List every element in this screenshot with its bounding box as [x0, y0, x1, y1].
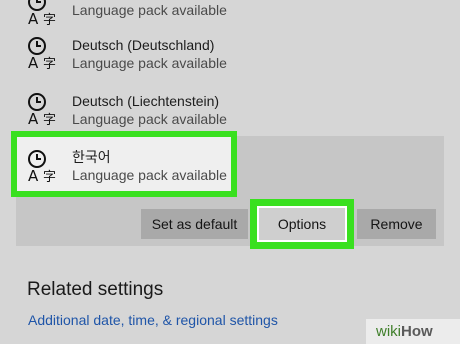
watermark-wiki: wiki — [376, 323, 401, 340]
options-button[interactable]: Options — [257, 206, 347, 242]
language-pack-icon: A 字 — [28, 93, 56, 127]
language-item-korean[interactable]: A 字 한국어 Language pack available — [11, 131, 237, 197]
language-item-deutsch-deutschland[interactable]: A 字 Deutsch (Deutschland) Language pack … — [0, 32, 460, 88]
svg-text:A: A — [28, 10, 39, 27]
svg-text:A: A — [28, 110, 39, 127]
language-name: Deutsch (Deutschland) — [72, 37, 215, 53]
additional-regional-settings-link[interactable]: Additional date, time, & regional settin… — [28, 312, 278, 328]
watermark-how: How — [401, 323, 433, 340]
language-status: Language pack available — [72, 111, 227, 127]
svg-text:字: 字 — [43, 170, 56, 184]
language-name: 한국어 — [72, 149, 111, 165]
language-name: Deutsch (Liechtenstein) — [72, 93, 220, 109]
svg-text:字: 字 — [43, 57, 56, 71]
set-as-default-button[interactable]: Set as default — [141, 209, 248, 239]
language-item-partial[interactable]: A 字 Language pack available — [0, 0, 460, 34]
svg-text:A: A — [28, 54, 39, 71]
language-pack-icon: A 字 — [28, 150, 56, 184]
language-status: Language pack available — [72, 2, 227, 18]
language-status: Language pack available — [72, 55, 227, 71]
svg-text:字: 字 — [43, 113, 56, 127]
language-pack-icon: A 字 — [28, 0, 56, 27]
remove-button[interactable]: Remove — [357, 209, 436, 239]
wikihow-watermark: wiki How — [366, 319, 460, 344]
svg-text:字: 字 — [43, 13, 56, 27]
language-pack-icon: A 字 — [28, 37, 56, 71]
language-status: Language pack available — [72, 167, 227, 183]
svg-text:A: A — [28, 167, 39, 184]
related-settings-heading: Related settings — [27, 279, 164, 300]
